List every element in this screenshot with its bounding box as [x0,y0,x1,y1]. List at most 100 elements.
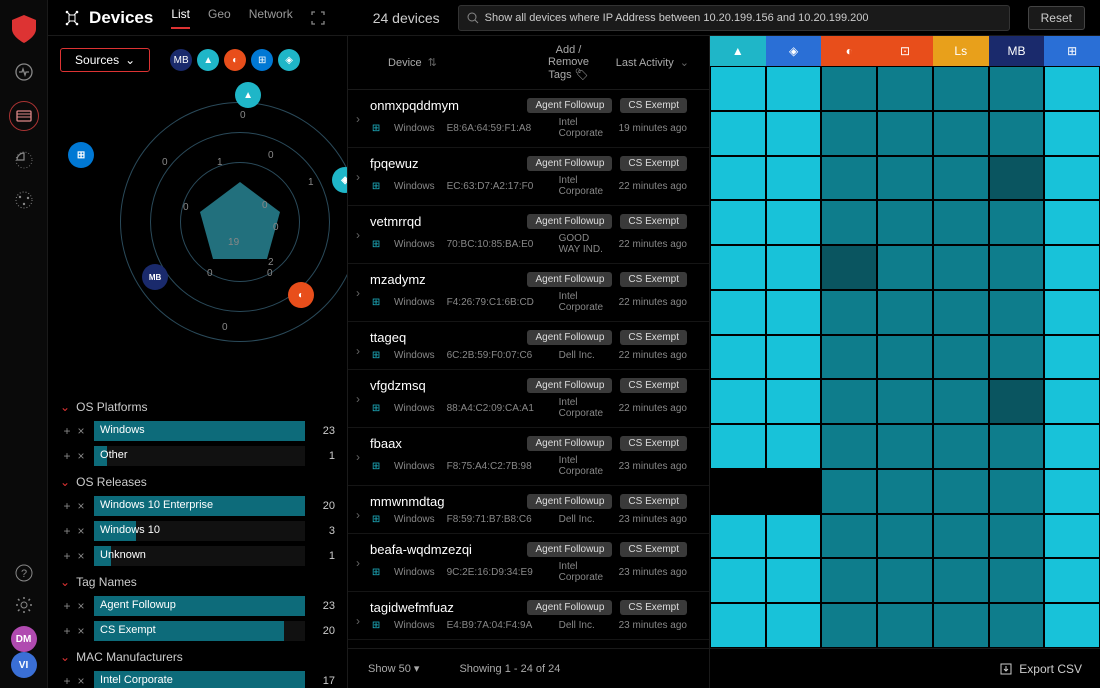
device-row[interactable]: ›tagidwefmfuazAgent FollowupCS Exempt⊞Wi… [348,592,709,640]
source-icon[interactable]: ⊞ [251,49,273,71]
expand-icon[interactable]: › [356,112,360,126]
heatmap-cell[interactable] [766,603,822,648]
heatmap-cell[interactable] [821,379,877,424]
heatmap-cell[interactable] [933,424,989,469]
heatmap-cell[interactable] [933,245,989,290]
nav-radar-icon[interactable] [13,149,35,171]
heatmap-cell[interactable] [989,469,1045,514]
heatmap-cell[interactable] [766,245,822,290]
add-icon[interactable]: + [60,599,74,613]
expand-icon[interactable]: › [356,228,360,242]
heatmap-cell[interactable] [710,245,766,290]
tag-pill[interactable]: CS Exempt [620,378,687,393]
sources-button[interactable]: Sources⌄ [60,48,150,72]
tag-pill[interactable]: Agent Followup [527,214,612,229]
heatmap-cell[interactable] [710,514,766,559]
heatmap-cell[interactable] [933,514,989,559]
remove-icon[interactable]: × [74,599,88,613]
nav-mesh-icon[interactable] [13,189,35,211]
expand-icon[interactable]: › [356,508,360,522]
tag-pill[interactable]: CS Exempt [620,156,687,171]
heatmap-cell[interactable] [989,200,1045,245]
heatmap-cell[interactable] [933,290,989,335]
heatmap-cell[interactable] [877,290,933,335]
heatmap-header-icon[interactable]: MB [989,36,1045,66]
heatmap-cell[interactable] [877,200,933,245]
add-icon[interactable]: + [60,499,74,513]
expand-icon[interactable]: › [356,614,360,628]
facet-row[interactable]: +×Intel Corporate17 [60,670,335,688]
heatmap-cell[interactable] [821,245,877,290]
heatmap-cell[interactable] [989,335,1045,380]
tag-pill[interactable]: CS Exempt [620,436,687,451]
heatmap-cell[interactable] [766,66,822,111]
heatmap-cell[interactable] [877,514,933,559]
heatmap-cell[interactable] [710,469,766,514]
heatmap-cell[interactable] [933,66,989,111]
heatmap-cell[interactable] [766,424,822,469]
help-icon[interactable]: ? [13,562,35,584]
source-icon[interactable]: MB [170,49,192,71]
tab-geo[interactable]: Geo [208,7,231,29]
heatmap-cell[interactable] [933,379,989,424]
heatmap-cell[interactable] [710,335,766,380]
tag-pill[interactable]: CS Exempt [620,600,687,615]
heatmap-cell[interactable] [933,200,989,245]
device-row[interactable]: ›fpqewuzAgent FollowupCS Exempt⊞WindowsE… [348,148,709,206]
heatmap-cell[interactable] [989,603,1045,648]
heatmap-cell[interactable] [933,335,989,380]
heatmap-header-icon[interactable]: ◈ [766,36,822,66]
tag-pill[interactable]: Agent Followup [527,436,612,451]
device-row[interactable]: ›qnmkagftAgent FollowupCS Exempt⊞Windows… [348,640,709,648]
remove-icon[interactable]: × [74,549,88,563]
expand-icon[interactable]: › [356,286,360,300]
heatmap-cell[interactable] [766,200,822,245]
source-node-icon[interactable]: MB [142,264,168,290]
heatmap-cell[interactable] [933,156,989,201]
source-node-icon[interactable]: ▲ [235,82,261,108]
add-icon[interactable]: + [60,524,74,538]
expand-icon[interactable]: › [356,170,360,184]
heatmap-cell[interactable] [1044,66,1100,111]
facet-head[interactable]: ⌄OS Releases [60,475,335,489]
facet-row[interactable]: +×Windows 10 Enterprise20 [60,495,335,517]
device-row[interactable]: ›fbaaxAgent FollowupCS Exempt⊞WindowsF8:… [348,428,709,486]
heatmap-cell[interactable] [821,156,877,201]
heatmap-header-icon[interactable]: ▲ [710,36,766,66]
facet-head[interactable]: ⌄MAC Manufacturers [60,650,335,664]
heatmap-cell[interactable] [877,111,933,156]
search-input[interactable] [485,12,1001,24]
heatmap-cell[interactable] [710,200,766,245]
heatmap-cell[interactable] [877,245,933,290]
heatmap-cell[interactable] [710,290,766,335]
tag-pill[interactable]: Agent Followup [527,542,612,557]
device-row[interactable]: ›beafa-wqdmzezqiAgent FollowupCS Exempt⊞… [348,534,709,592]
heatmap-cell[interactable] [710,111,766,156]
facet-row[interactable]: +×Other1 [60,445,335,467]
source-icon[interactable]: ▲ [197,49,219,71]
heatmap-cell[interactable] [821,558,877,603]
heatmap-cell[interactable] [766,111,822,156]
heatmap-header-icon[interactable]: ⊞ [1044,36,1100,66]
tab-list[interactable]: List [171,7,190,29]
col-device[interactable]: Device [388,57,422,69]
expand-icon[interactable]: › [356,450,360,464]
tag-pill[interactable]: Agent Followup [527,330,612,345]
heatmap-cell[interactable] [989,290,1045,335]
heatmap-header-icon[interactable]: ◐ [821,36,877,66]
heatmap-cell[interactable] [821,66,877,111]
tag-pill[interactable]: Agent Followup [527,378,612,393]
heatmap-cell[interactable] [933,469,989,514]
tag-pill[interactable]: Agent Followup [527,272,612,287]
heatmap-cell[interactable] [989,111,1045,156]
sort-icon[interactable]: ⇅ [428,56,437,69]
heatmap-cell[interactable] [1044,379,1100,424]
facet-row[interactable]: +×CS Exempt20 [60,620,335,642]
heatmap-cell[interactable] [821,469,877,514]
tag-pill[interactable]: CS Exempt [620,330,687,345]
tag-pill[interactable]: CS Exempt [620,98,687,113]
heatmap-cell[interactable] [1044,335,1100,380]
expand-icon[interactable]: › [356,344,360,358]
add-icon[interactable]: + [60,624,74,638]
heatmap-cell[interactable] [877,66,933,111]
